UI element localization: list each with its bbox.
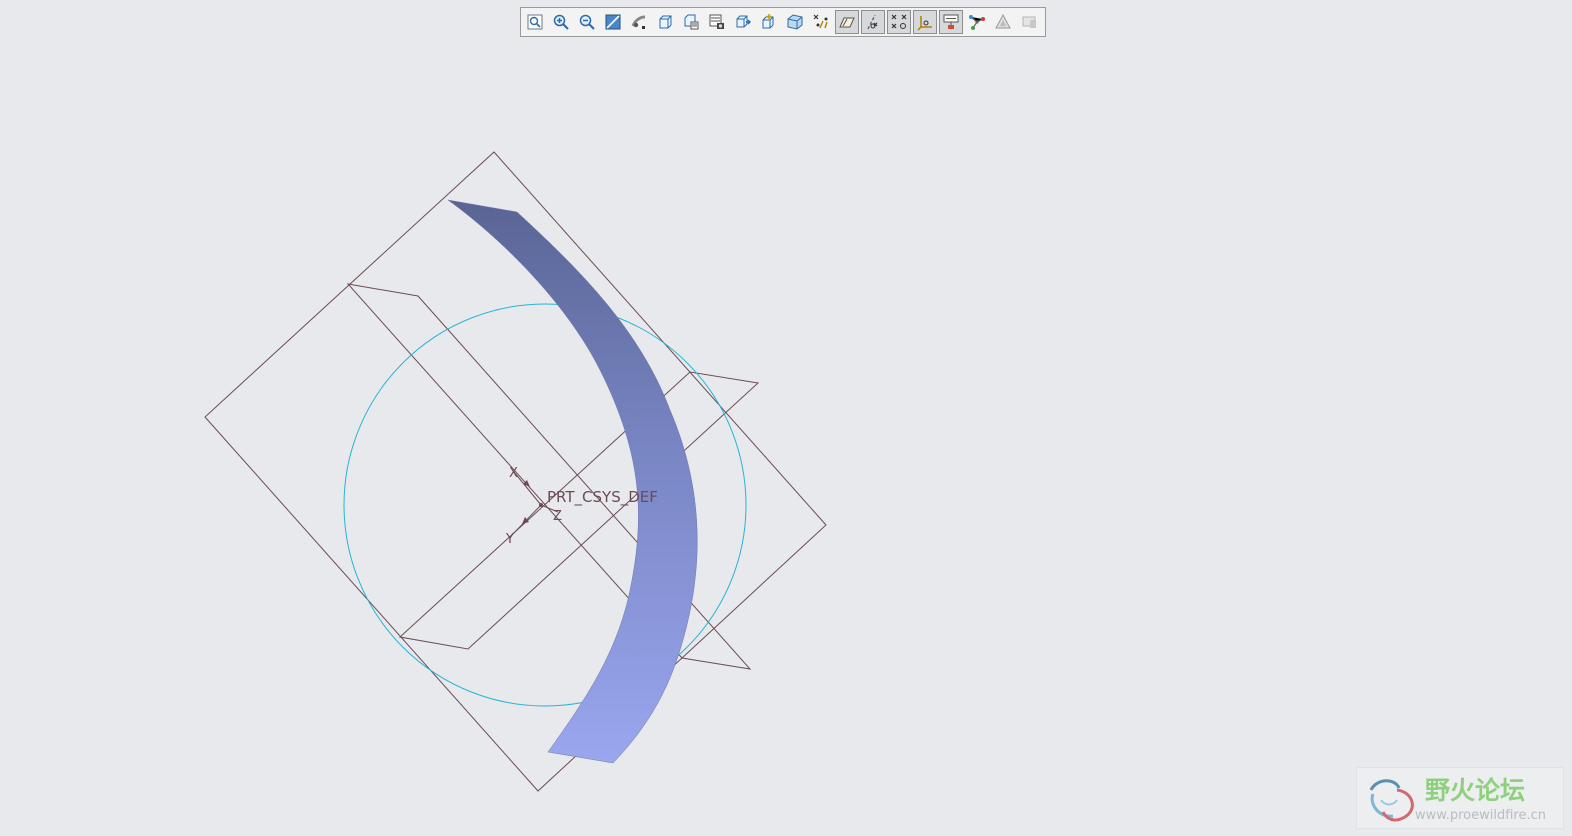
watermark: 野火论坛 www.proewildfire.cn [1356,767,1564,829]
watermark-url: www.proewildfire.cn [1415,808,1546,823]
watermark-title: 野火论坛 [1425,776,1526,805]
model-viewport[interactable]: X Y Z PRT_CSYS_DEF [0,0,1572,836]
axis-y-label: Y [505,532,514,547]
csys-marker[interactable]: X Y Z PRT_CSYS_DEF [505,466,658,547]
csys-label: PRT_CSYS_DEF [547,488,658,507]
datum-plane-lower[interactable] [398,371,760,650]
forum-logo-icon [1369,779,1414,822]
curved-surface[interactable] [447,199,698,764]
axis-x-label: X [509,466,518,481]
axis-z-label: Z [553,509,562,524]
